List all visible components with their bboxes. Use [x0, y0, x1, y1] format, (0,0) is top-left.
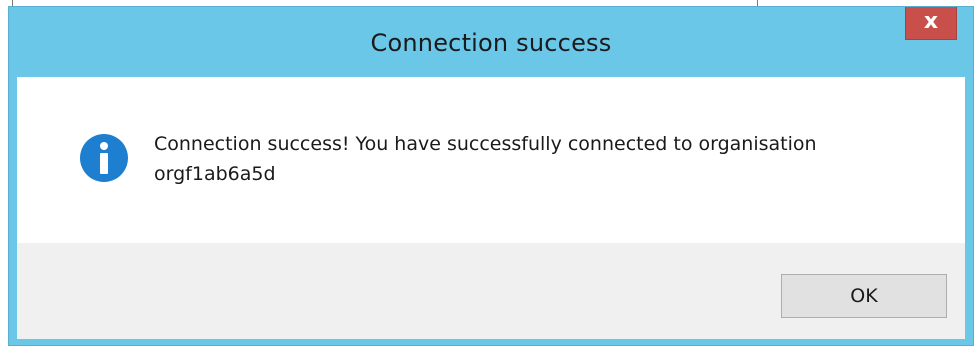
screen: Connection success x Connection success!…	[0, 0, 976, 348]
dialog-titlebar[interactable]: Connection success x	[9, 7, 973, 77]
close-icon: x	[923, 9, 939, 34]
info-icon	[80, 134, 128, 182]
dialog-title: Connection success	[370, 29, 612, 57]
close-button[interactable]: x	[905, 7, 957, 40]
dialog-content: Connection success! You have successfull…	[17, 77, 965, 243]
dialog-client-area: Connection success! You have successfull…	[17, 77, 965, 339]
message-line: orgf1ab6a5d	[154, 163, 276, 185]
message-line: Connection success! You have successfull…	[154, 133, 817, 155]
ok-button[interactable]: OK	[781, 274, 947, 318]
dialog-footer: OK	[17, 243, 965, 339]
dialog-message: Connection success! You have successfull…	[154, 129, 914, 189]
message-dialog: Connection success x Connection success!…	[8, 6, 974, 346]
